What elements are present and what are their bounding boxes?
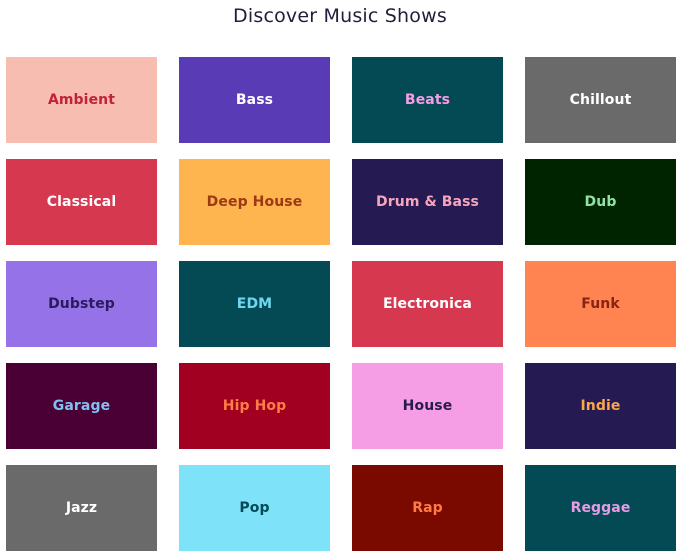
genre-tile-bass[interactable]: Bass bbox=[179, 57, 330, 143]
genre-tile-reggae[interactable]: Reggae bbox=[525, 465, 676, 551]
genre-label: Reggae bbox=[570, 500, 631, 516]
genre-label: Dub bbox=[584, 194, 617, 210]
genre-label: Pop bbox=[239, 500, 270, 516]
genre-label: Ambient bbox=[47, 92, 116, 108]
genre-tile-garage[interactable]: Garage bbox=[6, 363, 157, 449]
genre-tile-funk[interactable]: Funk bbox=[525, 261, 676, 347]
genre-tile-rap[interactable]: Rap bbox=[352, 465, 503, 551]
genre-label: Garage bbox=[52, 398, 111, 414]
genre-label: Hip Hop bbox=[222, 398, 287, 414]
genre-label: Chillout bbox=[569, 92, 632, 108]
genre-tile-classical[interactable]: Classical bbox=[6, 159, 157, 245]
genre-tile-dub[interactable]: Dub bbox=[525, 159, 676, 245]
genre-label: Classical bbox=[46, 194, 117, 210]
genre-tile-beats[interactable]: Beats bbox=[352, 57, 503, 143]
genre-tile-jazz[interactable]: Jazz bbox=[6, 465, 157, 551]
genre-tile-dubstep[interactable]: Dubstep bbox=[6, 261, 157, 347]
genre-tile-house[interactable]: House bbox=[352, 363, 503, 449]
genre-tile-drum-and-bass[interactable]: Drum & Bass bbox=[352, 159, 503, 245]
genre-grid: Ambient Bass Beats Chillout Classical De… bbox=[6, 57, 677, 551]
genre-tile-pop[interactable]: Pop bbox=[179, 465, 330, 551]
genre-tile-indie[interactable]: Indie bbox=[525, 363, 676, 449]
genre-label: Electronica bbox=[383, 296, 472, 312]
genre-label: EDM bbox=[236, 296, 273, 312]
genre-tile-hip-hop[interactable]: Hip Hop bbox=[179, 363, 330, 449]
genre-tile-edm[interactable]: EDM bbox=[179, 261, 330, 347]
genre-label: Beats bbox=[404, 92, 451, 108]
genre-label: Drum & Bass bbox=[376, 194, 479, 210]
genre-label: House bbox=[402, 398, 453, 414]
genre-tile-ambient[interactable]: Ambient bbox=[6, 57, 157, 143]
genre-tile-electronica[interactable]: Electronica bbox=[352, 261, 503, 347]
genre-label: Bass bbox=[235, 92, 274, 108]
genre-label: Funk bbox=[581, 296, 620, 312]
genre-tile-chillout[interactable]: Chillout bbox=[525, 57, 676, 143]
genre-label: Deep House bbox=[206, 194, 303, 210]
genre-label: Dubstep bbox=[48, 296, 115, 312]
page-title: Discover Music Shows bbox=[233, 5, 447, 27]
genre-tile-deep-house[interactable]: Deep House bbox=[179, 159, 330, 245]
genre-label: Indie bbox=[580, 398, 621, 414]
genre-label: Rap bbox=[412, 500, 443, 516]
genre-label: Jazz bbox=[65, 500, 98, 516]
